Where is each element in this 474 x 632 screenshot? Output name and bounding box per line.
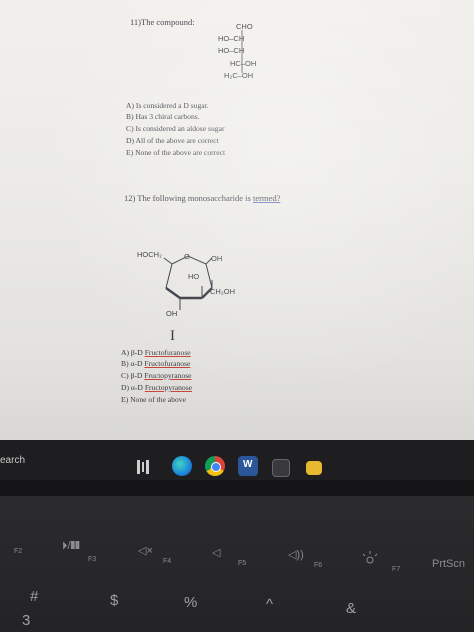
q11-option-a: A) Is considered a D sugar. [126,101,209,110]
label-oh-bottom: OH [166,309,178,318]
key-f2[interactable]: F2 [14,548,22,555]
chrome-icon[interactable] [205,456,225,476]
label-oh-top: OH [211,254,223,263]
key-prtscn[interactable]: PrtScn [432,558,465,570]
brightness-icon [362,551,378,564]
keyboard: F2 ⏵/❚❚ F3 ◁× F4 ◁ F5 ◁)) F6 F7 PrtScn #… [0,496,474,632]
files-icon[interactable] [306,461,322,475]
q11-option-c: C) Is considered an aldose sugar [126,124,225,133]
q12-option-a: A) β-D Fructofuranose [121,348,191,357]
key-f4[interactable]: F4 [163,558,171,565]
task-view-icon[interactable] [136,459,150,475]
q12-option-d: D) α-D Fructopyranose [121,383,193,392]
taskbar-search-box[interactable]: earch [0,455,25,466]
q11-option-d: D) All of the above are correct [126,136,219,145]
key-hash[interactable]: # [30,588,38,605]
q12-option-c: C) β-D Fructopyranose [121,371,192,380]
edge-icon[interactable] [172,456,192,476]
q12-option-b: B) α-D Fructofuranose [121,359,191,368]
q11-title: 11)The compound: [130,17,195,27]
key-volume-up[interactable]: ◁)) [288,548,304,561]
taskbar-lower [0,480,474,496]
laptop-screen: 11)The compound: CHO HO–CH HO–CH HC–OH H… [0,0,474,440]
key-f7[interactable]: F7 [392,566,400,573]
key-percent[interactable]: % [184,594,197,611]
q11-option-b: B) Has 3 chiral carbons. [126,112,200,121]
label-ring-oxygen: O [184,252,190,261]
fischer-bonds [241,30,243,73]
key-dollar[interactable]: $ [110,592,118,609]
structure-roman-numeral: I [170,328,175,344]
furanose-ring [163,255,213,310]
label-ho: HO [188,272,200,281]
q11-option-e: E) None of the above are correct [126,148,226,157]
word-icon[interactable] [238,456,258,476]
key-f3[interactable]: F3 [88,556,96,563]
q12-option-e: E) None of the above [121,395,186,404]
key-play-pause[interactable]: ⏵/❚❚ [62,540,80,553]
key-3[interactable]: 3 [22,612,30,629]
key-mute[interactable]: ◁× [138,544,153,557]
q12-title: 12) The following monosaccharide is term… [124,193,280,203]
label-hoch2: HOCH₂ [137,250,162,259]
key-f5[interactable]: F5 [238,560,246,567]
q12-title-underlined: termed? [252,193,281,203]
q12-title-prefix: 12) The following monosaccharide is [124,193,251,203]
label-ch2oh: CH₂OH [210,287,235,296]
key-ampersand[interactable]: & [346,600,356,617]
key-volume-down[interactable]: ◁ [212,546,220,559]
key-f6[interactable]: F6 [314,562,322,569]
store-icon[interactable] [272,459,290,477]
key-caret[interactable]: ^ [266,596,273,613]
taskbar-search-strip [0,440,474,480]
